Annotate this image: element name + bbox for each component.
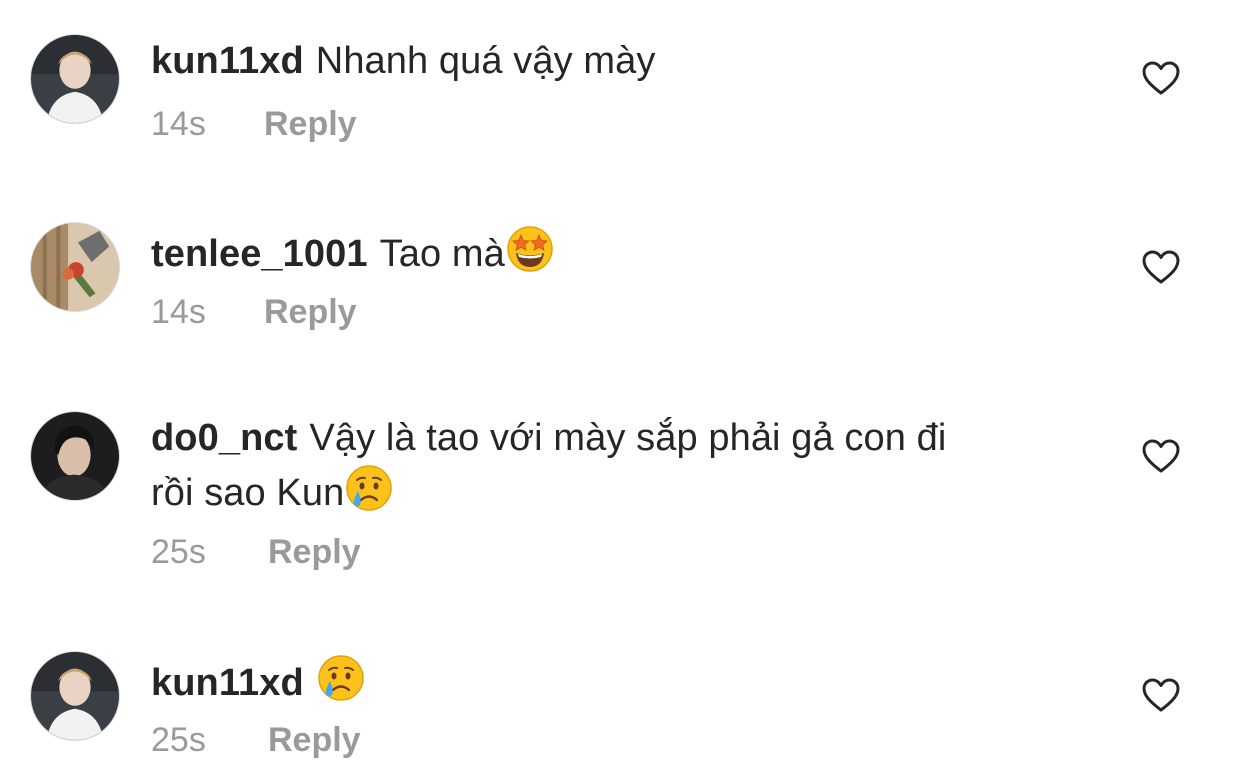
comment-meta: 14s Reply <box>151 104 357 144</box>
reply-button[interactable]: Reply <box>264 104 357 144</box>
crying-face-emoji <box>344 463 394 513</box>
reply-button[interactable]: Reply <box>268 720 361 760</box>
comment-username[interactable]: tenlee_1001 <box>151 233 368 275</box>
comment-timestamp: 25s <box>151 721 206 759</box>
reply-button[interactable]: Reply <box>268 532 361 572</box>
heart-outline-icon[interactable] <box>1141 438 1181 474</box>
comment-meta: 25s Reply <box>151 532 361 572</box>
comment-message-line2: rồi sao Kun <box>151 472 345 514</box>
comment-meta: 14s Reply <box>151 292 357 332</box>
comment-text: kun11xd Nhanh quá vậy mày <box>151 36 1071 86</box>
crying-face-emoji <box>316 653 366 703</box>
avatar[interactable] <box>30 34 120 124</box>
comment-timestamp: 14s <box>151 293 206 331</box>
comment-text: tenlee_1001 Tao mà <box>151 224 1071 279</box>
comment-timestamp: 14s <box>151 105 206 143</box>
comment-meta: 25s Reply <box>151 720 361 760</box>
avatar[interactable] <box>30 222 120 312</box>
comment-message: Nhanh quá vậy mày <box>315 40 656 82</box>
comment-text: kun11xd <box>151 653 1071 708</box>
comment-username[interactable]: kun11xd <box>151 40 304 82</box>
heart-outline-icon[interactable] <box>1141 60 1181 96</box>
comment-username[interactable]: do0_nct <box>151 417 297 459</box>
comment-text: do0_nct Vậy là tao với mày sắp phải gả co… <box>151 413 1071 518</box>
comment-message: Vậy là tao với mày sắp phải gả con đi <box>309 417 947 459</box>
avatar[interactable] <box>30 651 120 741</box>
avatar[interactable] <box>30 411 120 501</box>
comment-message: Tao mà <box>379 233 505 275</box>
comment-timestamp: 25s <box>151 533 206 571</box>
star-struck-emoji <box>505 224 555 274</box>
heart-outline-icon[interactable] <box>1141 249 1181 285</box>
comment-username[interactable]: kun11xd <box>151 662 304 704</box>
heart-outline-icon[interactable] <box>1141 677 1181 713</box>
reply-button[interactable]: Reply <box>264 292 357 332</box>
